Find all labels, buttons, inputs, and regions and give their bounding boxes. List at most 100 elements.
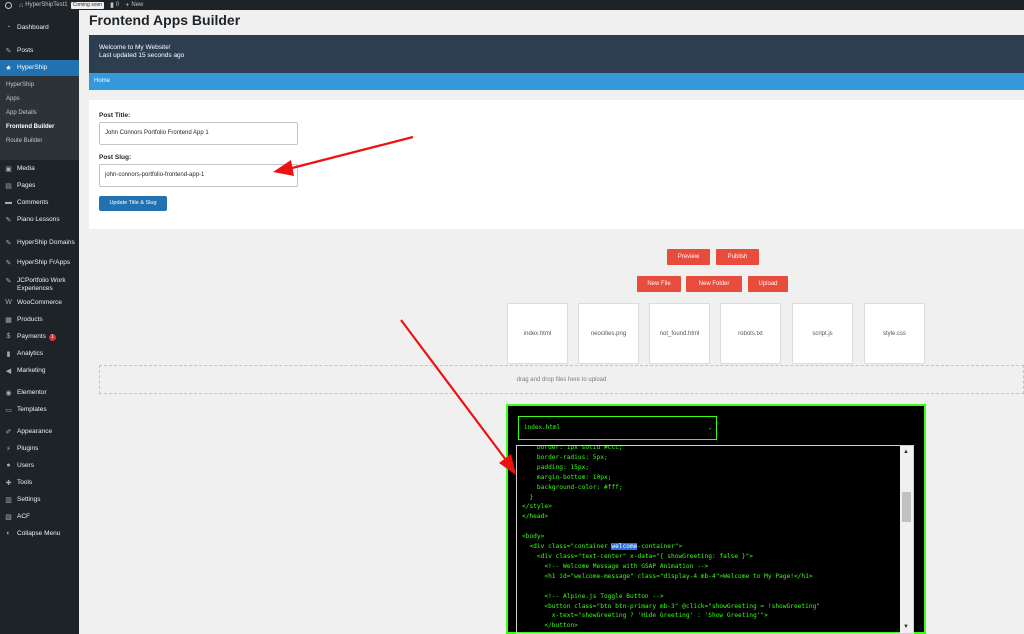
- submenu-item-apps[interactable]: Apps: [0, 93, 79, 107]
- sidebar-item-posts[interactable]: ✎ Posts: [0, 43, 79, 59]
- pin-icon: ✎: [5, 260, 12, 267]
- sidebar-item-woocommerce[interactable]: W WooCommerce: [0, 296, 79, 310]
- sidebar-item-elementor[interactable]: ◉ Elementor: [0, 386, 79, 400]
- products-icon: ▦: [5, 317, 12, 324]
- new-folder-button[interactable]: New Folder: [686, 276, 742, 292]
- sidebar-item-settings[interactable]: ▥ Settings: [0, 493, 79, 507]
- code-line: <button class="btn btn-primary mb-3" @cl…: [522, 602, 821, 610]
- post-form: Post Title: John Connors Portfolio Front…: [89, 100, 1024, 229]
- post-title-label: Post Title:: [99, 112, 131, 119]
- file-card-index-html[interactable]: index.html: [507, 303, 568, 364]
- sidebar-item-label: WooCommerce: [17, 299, 63, 306]
- sidebar-item-appearance[interactable]: ✐ Appearance: [0, 425, 79, 439]
- code-line: border-radius: 5px;: [522, 453, 608, 461]
- publish-button[interactable]: Publish: [716, 249, 759, 265]
- preview-button[interactable]: Preview: [667, 249, 710, 265]
- upload-dropzone[interactable]: drag and drop files here to upload: [99, 365, 1024, 394]
- sidebar-item-collapse-menu[interactable]: ◐ Collapse Menu: [0, 527, 79, 541]
- brush-icon: ✐: [5, 429, 12, 436]
- acf-icon: ▧: [5, 514, 12, 521]
- file-card-style-css[interactable]: style.css: [864, 303, 925, 364]
- sidebar-item-tools[interactable]: ✚ Tools: [0, 476, 79, 490]
- new-file-button[interactable]: New File: [637, 276, 681, 292]
- sidebar-item-hypership[interactable]: ★ HyperShip: [0, 60, 79, 76]
- new-content-link[interactable]: + New: [125, 0, 143, 10]
- code-line: </head>: [522, 513, 549, 521]
- plus-icon: +: [125, 1, 130, 9]
- sidebar-item-templates[interactable]: ▭ Templates: [0, 403, 79, 417]
- file-card-neocities-png[interactable]: neocities.png: [578, 303, 639, 364]
- submenu-item-route-builder[interactable]: Route Builder: [0, 135, 79, 149]
- sidebar-item-label: Tools: [17, 479, 33, 486]
- comments-link[interactable]: ▮ 0: [110, 0, 119, 10]
- sidebar-item-label: Appearance: [17, 428, 53, 435]
- sidebar-item-hypership-domains[interactable]: ✎ HyperShip Domains: [0, 230, 79, 256]
- sidebar-item-comments[interactable]: ▬ Comments: [0, 196, 79, 210]
- file-select-dropdown[interactable]: index.html ⌄: [518, 416, 717, 440]
- code-line: <div class="text-center" x-data="{ showG…: [522, 552, 753, 560]
- file-card-script-js[interactable]: script.js: [792, 303, 853, 364]
- code-textarea[interactable]: border: 1px solid #ccc; border-radius: 5…: [516, 445, 914, 634]
- sidebar-item-label: Dashboard: [17, 24, 49, 31]
- pages-icon: ▤: [5, 183, 12, 190]
- editor-scrollbar[interactable]: ▲ ▼: [900, 446, 913, 633]
- sidebar-item-label: HyperShip Domains: [17, 239, 75, 246]
- elementor-icon: ◉: [5, 390, 12, 397]
- file-card-not-found-html[interactable]: not_found.html: [649, 303, 710, 364]
- user-icon: ●: [6, 462, 11, 469]
- code-line: <div class="container welcome-container"…: [522, 543, 683, 551]
- comments-count: 0: [115, 2, 120, 8]
- coming-soon-badge: Coming soon: [70, 1, 105, 9]
- sidebar-item-dashboard[interactable]: ◔ Dashboard: [0, 20, 79, 36]
- scroll-up-icon[interactable]: ▲: [903, 449, 909, 455]
- nav-home-link[interactable]: Home: [94, 78, 110, 84]
- media-icon: ▣: [5, 166, 12, 173]
- wordpress-logo-icon[interactable]: [3, 0, 13, 10]
- sidebar-item-users[interactable]: ● Users: [0, 459, 79, 473]
- update-title-slug-button[interactable]: Update Title & Slug: [99, 196, 167, 211]
- sidebar-item-analytics[interactable]: ▮ Analytics: [0, 347, 79, 361]
- code-line: x-text="showGreeting ? 'Hide Greeting' :…: [522, 612, 768, 620]
- site-name-link[interactable]: ⌂ HyperShipTest1 Coming soon: [19, 0, 105, 10]
- sidebar-item-payments[interactable]: $ Payments 1: [0, 330, 79, 344]
- site-name: HyperShipTest1: [25, 2, 68, 8]
- sidebar-item-pages[interactable]: ▤ Pages: [0, 179, 79, 193]
- file-card-robots-txt[interactable]: robots.txt: [720, 303, 781, 364]
- admin-sidebar: ◔ Dashboard ✎ Posts ★ HyperShip HyperShip Apps A…: [0, 10, 79, 634]
- woo-icon: W: [5, 299, 12, 306]
- home-icon: ⌂: [19, 1, 24, 9]
- sidebar-item-acf[interactable]: ▧ ACF: [0, 510, 79, 524]
- scroll-down-icon[interactable]: ▼: [903, 624, 909, 630]
- post-title-input[interactable]: John Connors Portfolio Frontend App 1: [99, 122, 298, 145]
- submenu-item-app-details[interactable]: App Details: [0, 107, 79, 121]
- sidebar-item-jcportfolio-work-experiences[interactable]: ✎ JCPortfolio Work Experiences: [0, 272, 79, 298]
- sidebar-item-piano-lessons[interactable]: ✎ Piano Lessons: [0, 213, 79, 227]
- sidebar-item-plugins[interactable]: ⚡ Plugins: [0, 442, 79, 456]
- megaphone-icon: ◀: [5, 368, 12, 375]
- post-slug-input[interactable]: john-connors-portfolio-frontend-app-1: [99, 164, 298, 187]
- submenu-item-hypership[interactable]: HyperShip: [0, 79, 79, 93]
- sidebar-item-label: Templates: [17, 406, 47, 413]
- file-name: not_found.html: [659, 330, 700, 337]
- sidebar-item-label: Media: [17, 165, 35, 172]
- sidebar-item-label: Products: [17, 316, 43, 323]
- sidebar-item-media[interactable]: ▣ Media: [0, 162, 79, 176]
- settings-icon: ▥: [5, 497, 12, 504]
- sidebar-item-products[interactable]: ▦ Products: [0, 313, 79, 327]
- submenu-item-frontend-builder[interactable]: Frontend Builder: [0, 121, 79, 135]
- plugin-icon: ⚡: [6, 446, 11, 453]
- selection-highlight: welcome: [611, 543, 638, 551]
- star-icon: ★: [5, 65, 12, 72]
- sidebar-item-marketing[interactable]: ◀ Marketing: [0, 364, 79, 378]
- page-title: Frontend Apps Builder: [89, 12, 241, 28]
- sidebar-item-hypership-frapps[interactable]: ✎ HyperShip FrApps: [0, 256, 79, 270]
- file-name: robots.txt: [738, 330, 763, 337]
- code-editor: index.html ⌄ border: 1px solid #ccc; bor…: [506, 404, 926, 634]
- file-name: neocities.png: [590, 330, 627, 337]
- upload-button[interactable]: Upload: [748, 276, 788, 292]
- scrollbar-thumb[interactable]: [902, 492, 911, 522]
- file-name: style.css: [882, 330, 906, 337]
- sidebar-item-label: Pages: [17, 182, 36, 189]
